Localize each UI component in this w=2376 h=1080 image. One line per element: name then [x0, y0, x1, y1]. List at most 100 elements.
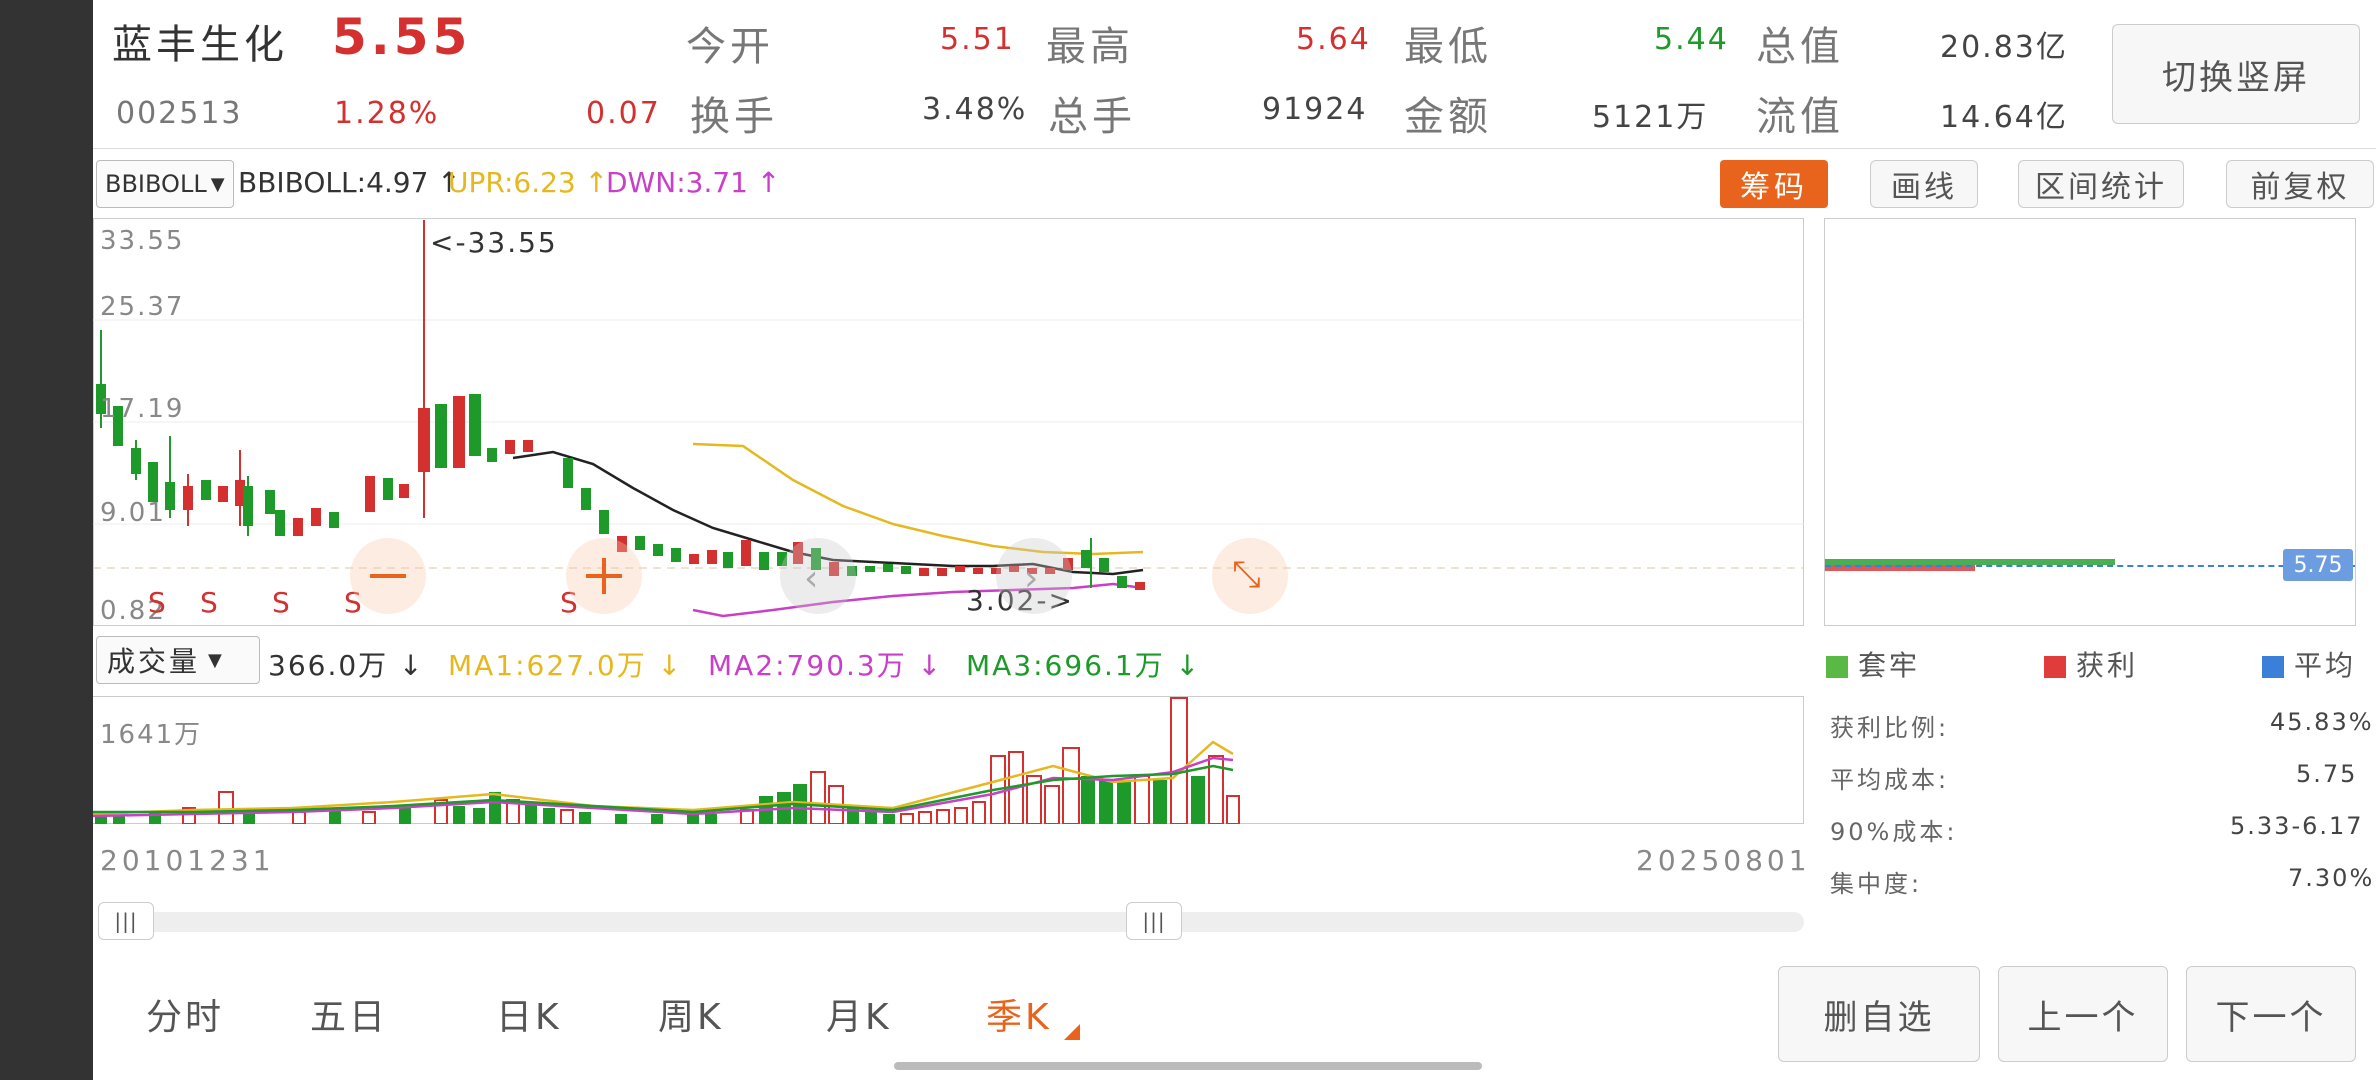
total-cap-label: 总值 [1756, 24, 1844, 70]
price-axis-tick: 25.37 [100, 292, 185, 322]
bbiboll-value: BBIBOLL:4.97 ↑ [238, 166, 461, 199]
date-end: 20250801 [1636, 844, 1811, 877]
date-start: 20101231 [100, 844, 275, 877]
volume-value: 366.0万 ↓ [268, 649, 425, 682]
scroll-left-button[interactable]: ‹ [780, 538, 856, 614]
sell-signal: S [148, 586, 166, 619]
remove-favorite-button[interactable]: 删自选 [1778, 966, 1980, 1062]
zoom-in-button[interactable] [566, 538, 642, 614]
legend-average: 平均 [2262, 644, 2356, 684]
volume-value: 91924 [1262, 92, 1368, 127]
tab-daily-k[interactable]: 日K [496, 988, 562, 1040]
volume-indicator-select[interactable]: 成交量 ▼ [96, 636, 260, 684]
volume-axis-max: 1641万 [100, 720, 203, 750]
cost90-label: 90%成本: [1830, 818, 1958, 846]
range-slider-end-handle[interactable]: ||| [1126, 902, 1182, 940]
dwn-value: DWN:3.71 ↑ [606, 166, 781, 199]
sell-signal: S [200, 586, 218, 619]
range-stats-button[interactable]: 区间统计 [2018, 160, 2184, 208]
sell-signal: S [272, 586, 290, 619]
legend-trapped: 套牢 [1826, 644, 1920, 684]
price-chart [93, 220, 1804, 618]
float-cap-label: 流值 [1756, 94, 1844, 140]
upr-band [692, 442, 1144, 556]
range-slider-track[interactable] [100, 912, 1804, 932]
avg-cost-label: 平均成本: [1830, 766, 1950, 794]
left-edge-bar [0, 0, 93, 1080]
chips-button[interactable]: 筹码 [1720, 160, 1828, 208]
shrink-button[interactable]: ⤡ [1212, 538, 1288, 614]
turnover-label: 换手 [690, 94, 778, 140]
home-indicator[interactable] [894, 1062, 1482, 1070]
volume-select-label: 成交量 [107, 645, 201, 678]
legend-average-label: 平均 [2294, 649, 2357, 682]
price-axis-tick: 9.01 [100, 498, 166, 528]
high-label: 最高 [1046, 24, 1134, 70]
upr-value: UPR:6.23 ↑ [448, 166, 609, 199]
ma1-value: MA1:627.0万 ↓ [448, 649, 684, 682]
shrink-arrows-icon: ⤡ [1232, 554, 1261, 595]
legend-average-swatch [2262, 656, 2284, 678]
low-value: 5.44 [1654, 22, 1729, 57]
ma3-value: MA3:696.1万 ↓ [966, 649, 1202, 682]
header-divider [93, 148, 2376, 149]
tab-weekly-k[interactable]: 周K [658, 988, 724, 1040]
high-value: 5.64 [1296, 22, 1371, 57]
zoom-out-button[interactable] [350, 538, 426, 614]
total-cap-value: 20.83亿 [1940, 30, 2068, 65]
cost90-value: 5.33-6.17 [2230, 812, 2364, 840]
prev-stock-button[interactable]: 上一个 [1998, 966, 2168, 1062]
legend-profit-label: 获利 [2076, 649, 2139, 682]
amount-label: 金额 [1404, 94, 1492, 140]
amount-value: 5121万 [1592, 100, 1709, 135]
turnover-value: 3.48% [922, 92, 1028, 127]
max-price-label: <-33.55 [430, 226, 558, 259]
price-axis-max: 33.55 [100, 226, 185, 256]
dwn-band [692, 582, 1144, 618]
open-label: 今开 [686, 24, 774, 70]
chevron-down-icon: ▼ [208, 649, 225, 671]
legend-trapped-label: 套牢 [1858, 649, 1921, 682]
change-amount: 0.07 [586, 96, 661, 131]
indicator-select[interactable]: BBIBOLL ▼ [96, 160, 234, 208]
volume-bars [95, 697, 1240, 824]
ma2-value: MA2:790.3万 ↓ [708, 649, 944, 682]
adjust-button[interactable]: 前复权 [2226, 160, 2374, 208]
avg-cost-value: 5.75 [2296, 760, 2358, 788]
next-stock-button[interactable]: 下一个 [2186, 966, 2356, 1062]
avg-cost-line [1825, 565, 2355, 567]
draw-line-button[interactable]: 画线 [1870, 160, 1978, 208]
tab-quarterly-k[interactable]: 季K [986, 988, 1052, 1040]
candles [96, 220, 1145, 590]
concentration-value: 7.30% [2288, 864, 2375, 892]
legend-trapped-swatch [1826, 656, 1848, 678]
stock-name: 蓝丰生化 [112, 22, 288, 68]
tab-monthly-k[interactable]: 月K [826, 988, 892, 1040]
open-value: 5.51 [940, 22, 1015, 57]
stock-price: 5.55 [332, 8, 472, 66]
indicator-select-label: BBIBOLL [105, 170, 207, 198]
low-label: 最低 [1404, 24, 1492, 70]
volume-chart [93, 697, 1240, 824]
chevron-down-icon: ▼ [210, 173, 225, 195]
chevron-right-icon: › [1024, 558, 1039, 599]
avg-cost-marker: 5.75 [2283, 549, 2353, 581]
tab-intraday[interactable]: 分时 [146, 988, 224, 1040]
price-axis-tick: 17.19 [100, 394, 185, 424]
chevron-left-icon: ‹ [804, 558, 819, 599]
scroll-right-button[interactable]: › [996, 538, 1072, 614]
chips-distribution-panel: 5.75 [1824, 218, 2356, 626]
range-slider-start-handle[interactable]: ||| [98, 902, 154, 940]
volume-label: 总手 [1048, 94, 1136, 140]
profit-ratio-label: 获利比例: [1830, 714, 1950, 742]
tab-five-day[interactable]: 五日 [310, 988, 388, 1040]
legend-profit: 获利 [2044, 644, 2138, 684]
switch-portrait-button[interactable]: 切换竖屏 [2112, 24, 2360, 124]
change-pct: 1.28% [334, 96, 440, 131]
profit-ratio-value: 45.83% [2270, 708, 2374, 736]
float-cap-value: 14.64亿 [1940, 100, 2068, 135]
legend-profit-swatch [2044, 656, 2066, 678]
stock-code: 002513 [116, 96, 243, 131]
tab-menu-indicator-icon [1064, 1024, 1080, 1040]
concentration-label: 集中度: [1830, 870, 1923, 898]
